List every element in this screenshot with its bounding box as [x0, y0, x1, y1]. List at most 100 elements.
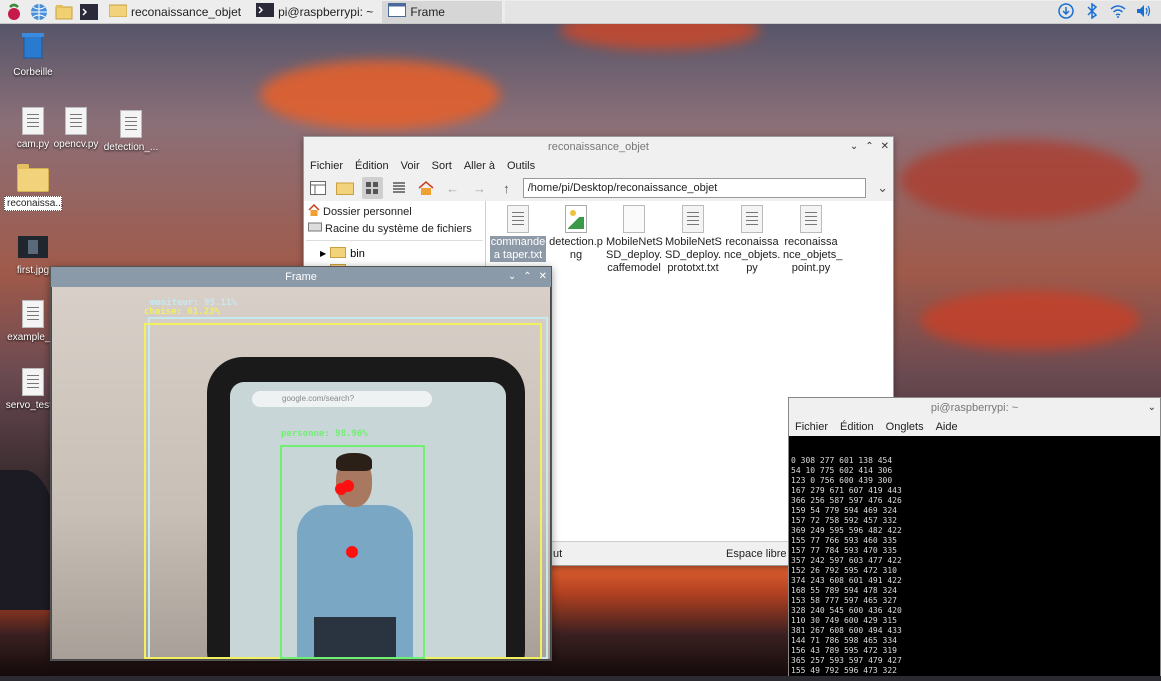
raspberry-menu-icon[interactable] [3, 1, 25, 23]
home-icon[interactable] [415, 177, 436, 199]
back-arrow-icon[interactable]: ← [442, 177, 463, 199]
tracking-point [342, 480, 354, 492]
download-icon[interactable] [1057, 2, 1075, 20]
minimize-icon[interactable]: ⌄ [1148, 398, 1156, 418]
terminal-line: 123 0 756 600 439 300 [791, 476, 893, 485]
desktop-icon-reconaissance-folder[interactable]: reconaissa... [4, 164, 64, 211]
terminal-line: 153 58 777 597 465 327 [791, 596, 897, 605]
minimize-icon[interactable]: ⌄ [508, 267, 516, 287]
terminal-line: 0 308 277 601 138 454 [791, 456, 893, 465]
sidebar-item-home[interactable]: Dossier personnel [304, 203, 485, 220]
menu-tabs[interactable]: Onglets [886, 418, 924, 436]
menu-sort[interactable]: Sort [432, 157, 452, 175]
menu-edit[interactable]: Édition [840, 418, 874, 436]
file-item[interactable]: detection.p ng [548, 205, 604, 262]
image-file-icon [4, 236, 62, 261]
menu-help[interactable]: Aide [936, 418, 958, 436]
icon-view-icon[interactable] [361, 177, 383, 199]
terminal-output[interactable]: 0 308 277 601 138 454 54 10 775 602 414 3… [791, 436, 1160, 681]
terminal-icon [256, 3, 275, 20]
taskbar-button-frame[interactable]: Frame [382, 0, 503, 23]
menu-view[interactable]: Voir [401, 157, 420, 175]
terminal-line: 157 72 758 592 457 332 [791, 516, 897, 525]
menu-file[interactable]: Fichier [795, 418, 828, 436]
desktop-icon-label: opencv.py [53, 139, 99, 150]
close-icon[interactable]: ✕ [881, 137, 889, 157]
expand-arrow-icon[interactable]: ▶ [320, 249, 326, 258]
file-label: reconaissa nce_objets_ point.py [783, 236, 843, 274]
terminal-line: 168 55 789 594 478 324 [791, 586, 897, 595]
chevron-down-icon[interactable]: ⌄ [872, 177, 893, 199]
text-file-icon [507, 205, 529, 233]
maximize-icon[interactable]: ⌃ [523, 267, 531, 287]
terminal-line: 374 243 608 601 491 422 [791, 576, 902, 585]
menu-file[interactable]: Fichier [310, 157, 343, 175]
up-arrow-icon[interactable]: ↑ [496, 177, 517, 199]
file-item[interactable]: reconaissa nce_objets_ point.py [783, 205, 843, 275]
blank-file-icon [623, 205, 645, 233]
sidebar-item-label: Racine du système de fichiers [325, 222, 472, 235]
terminal-launcher-icon[interactable] [78, 1, 100, 23]
menu-go[interactable]: Aller à [464, 157, 495, 175]
python-file-icon [65, 107, 87, 135]
sidebar-item-label: Dossier personnel [323, 205, 412, 218]
sidebar-toggle-icon[interactable] [308, 177, 329, 199]
desktop-icon-trash[interactable]: Corbeille [4, 30, 62, 78]
taskbar-button-terminal[interactable]: pi@raspberrypi: ~ [250, 1, 379, 23]
file-item[interactable]: reconaissa nce_objets. py [724, 205, 780, 275]
menu-tools[interactable]: Outils [507, 157, 535, 175]
cloud [900, 140, 1140, 220]
taskbar-button-file-manager[interactable]: reconaissance_objet [103, 1, 247, 23]
frame-window: Frame ⌄ ⌃ ✕ google.com/search? moniteur:… [50, 266, 552, 661]
window-titlebar[interactable]: Frame ⌄ ⌃ ✕ [51, 267, 551, 287]
taskbar-button-label: pi@raspberrypi: ~ [278, 4, 374, 19]
sidebar-item-root[interactable]: Racine du système de fichiers [304, 220, 485, 237]
terminal-line: 369 249 595 596 482 422 [791, 526, 902, 535]
window-controls: ⌄ ⌃ ✕ [508, 267, 547, 287]
web-browser-icon[interactable] [28, 1, 50, 23]
terminal-line: 167 279 671 607 419 443 [791, 486, 902, 495]
desktop-icon-opencv-py[interactable]: opencv.py [47, 107, 105, 150]
terminal-line: 155 77 766 593 460 335 [791, 536, 897, 545]
system-tray [1057, 2, 1153, 20]
volume-icon[interactable] [1135, 2, 1153, 20]
new-folder-icon[interactable] [335, 177, 356, 199]
python-file-icon [22, 300, 44, 328]
file-label: MobileNetS SD_deploy. caffemodel [606, 236, 663, 274]
terminal-line: 381 267 608 600 494 433 [791, 626, 902, 635]
maximize-icon[interactable]: ⌃ [865, 137, 873, 157]
desktop-bottom-edge [0, 676, 1161, 681]
menu-edit[interactable]: Édition [355, 157, 389, 175]
terminal-line: 155 49 792 596 473 322 [791, 666, 897, 675]
tree-item-bin[interactable]: ▶ bin [304, 245, 485, 262]
window-titlebar[interactable]: pi@raspberrypi: ~ ⌄ [789, 398, 1160, 418]
home-folder-icon [308, 203, 320, 219]
close-icon[interactable]: ✕ [539, 267, 547, 287]
image-file-icon [565, 205, 587, 233]
tree-item-label: bin [350, 247, 365, 260]
file-item[interactable]: commande a taper.txt [490, 205, 546, 262]
minimize-icon[interactable]: ⌄ [850, 137, 858, 157]
file-item[interactable]: MobileNetS SD_deploy. caffemodel [606, 205, 663, 275]
desktop-icon-label: Corbeille [13, 67, 53, 78]
bluetooth-icon[interactable] [1083, 2, 1101, 20]
file-label: commande a taper.txt [490, 236, 546, 262]
forward-arrow-icon[interactable]: → [469, 177, 490, 199]
file-item[interactable]: MobileNetS SD_deploy. prototxt.txt [665, 205, 722, 275]
taskbar-button-label: reconaissance_objet [131, 4, 242, 19]
window-controls: ⌄ [1148, 398, 1156, 418]
bbox-label-chair: chaise: 61.23% [144, 307, 220, 317]
wifi-icon[interactable] [1109, 2, 1127, 20]
sidebar-divider [306, 237, 483, 241]
desktop-icon-detection[interactable]: detection_... [102, 110, 160, 153]
window-titlebar[interactable]: reconaissance_objet ⌄ ⌃ ✕ [304, 137, 893, 157]
file-manager-icon[interactable] [53, 1, 75, 23]
desktop-icon-label: detection_... [103, 142, 159, 153]
file-label: reconaissa nce_objets. py [724, 236, 781, 274]
list-view-icon[interactable] [389, 177, 410, 199]
python-file-icon [800, 205, 822, 233]
toolbar: ← → ↑ /home/pi/Desktop/reconaissance_obj… [304, 175, 893, 201]
taskbar: reconaissance_objet pi@raspberrypi: ~ Fr… [0, 0, 1161, 24]
window-title: pi@raspberrypi: ~ [930, 402, 1019, 414]
address-bar[interactable]: /home/pi/Desktop/reconaissance_objet [522, 178, 867, 198]
